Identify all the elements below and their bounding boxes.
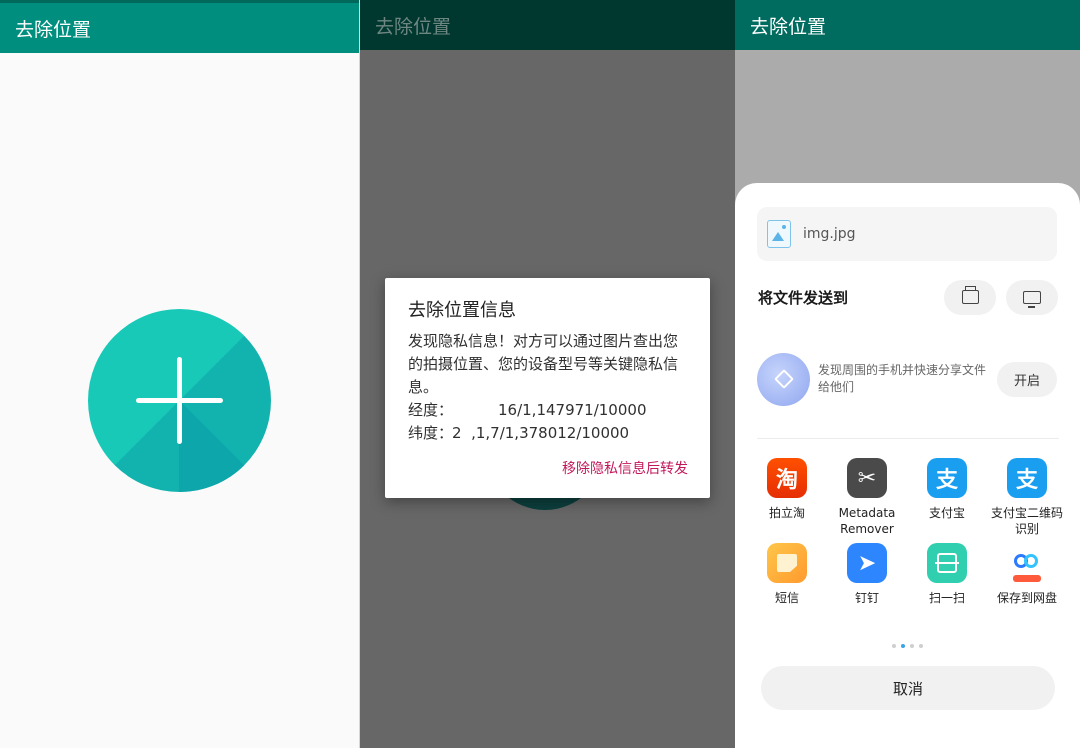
share-app-alipay[interactable]: 支 支付宝 <box>907 458 987 537</box>
scissors-icon: ✂ <box>847 458 887 498</box>
app-label: 拍立淘 <box>768 506 805 520</box>
share-app-sms[interactable]: 短信 <box>747 543 827 606</box>
share-screen: 去除位置 img.jpg 将文件发送到 发现周围的手机并快速分享文件给他们 开启… <box>735 0 1080 748</box>
dialog-message: 发现隐私信息！对方可以通过图片查出您的拍摄位置、您的设备型号等关键隐私信息。 <box>408 332 679 396</box>
page-dot <box>901 644 905 648</box>
alipay-icon: 支 <box>927 458 967 498</box>
add-image-button[interactable] <box>88 309 271 492</box>
page-indicator <box>892 644 928 648</box>
screen-cast-button[interactable] <box>1006 279 1058 315</box>
app-bar: 去除位置 <box>0 0 359 53</box>
printer-icon <box>961 286 979 304</box>
app-bar-dimmed: 去除位置 <box>360 0 735 50</box>
share-app-pailitao[interactable]: 淘 拍立淘 <box>747 458 827 537</box>
app-label: 保存到网盘 <box>996 591 1057 605</box>
dingtalk-icon: ➤ <box>847 543 887 583</box>
app-label: 支付宝 <box>928 506 965 520</box>
cloud-drive-icon <box>1007 543 1047 583</box>
send-to-row: 将文件发送到 <box>758 279 1058 315</box>
share-sheet: img.jpg 将文件发送到 发现周围的手机并快速分享文件给他们 开启 淘 拍立… <box>735 183 1080 748</box>
dialog-title: 去除位置信息 <box>408 300 516 321</box>
latitude-row: 纬度：2 ,1,7/1,378012/10000 <box>408 422 688 445</box>
cancel-button[interactable]: 取消 <box>761 666 1055 710</box>
longitude-label: 经度： <box>408 401 454 419</box>
longitude-value: 16/1,147971/10000 <box>498 401 647 419</box>
nearby-share-row: 发现周围的手机并快速分享文件给他们 开启 <box>757 351 1057 407</box>
enable-nearby-button[interactable]: 开启 <box>997 361 1057 397</box>
page-dot <box>919 644 923 648</box>
remove-and-forward-button[interactable]: 移除隐私信息后转发 <box>562 458 688 478</box>
page-dot <box>892 644 896 648</box>
app-bar-share: 去除位置 <box>735 0 1080 50</box>
send-to-title: 将文件发送到 <box>758 288 849 307</box>
monitor-icon <box>1023 290 1041 308</box>
share-app-scan[interactable]: 扫一扫 <box>907 543 987 606</box>
app-label: 钉钉 <box>854 591 879 605</box>
privacy-dialog: 去除位置信息 发现隐私信息！对方可以通过图片查出您的拍摄位置、您的设备型号等关键… <box>385 278 710 498</box>
fab-shadow <box>179 400 271 492</box>
page-title: 去除位置 <box>15 18 92 41</box>
page-title: 去除位置 <box>375 15 452 38</box>
share-app-metadata-remover[interactable]: ✂ Metadata Remover <box>827 458 907 537</box>
taobao-icon: 淘 <box>767 458 807 498</box>
share-app-alipay-qr[interactable]: 支 支付宝二维码识别 <box>987 458 1067 537</box>
file-card: img.jpg <box>757 207 1057 261</box>
section-divider <box>757 438 1059 439</box>
app-label: 支付宝二维码识别 <box>990 506 1063 536</box>
latitude-value: 2 ,1,7/1,378012/10000 <box>452 424 630 442</box>
image-file-icon <box>767 220 791 248</box>
page-title: 去除位置 <box>750 15 827 38</box>
scan-icon <box>927 543 967 583</box>
plus-icon-vertical <box>177 357 182 444</box>
app-label: Metadata Remover <box>838 506 896 536</box>
nearby-share-text: 发现周围的手机并快速分享文件给他们 <box>818 363 987 394</box>
share-app-cloud-drive[interactable]: 保存到网盘 <box>987 543 1067 606</box>
app-label: 扫一扫 <box>928 591 965 605</box>
nearby-share-icon <box>757 352 810 406</box>
page-dot <box>910 644 914 648</box>
file-name: img.jpg <box>803 226 856 242</box>
sms-icon <box>767 543 807 583</box>
share-app-dingtalk[interactable]: ➤ 钉钉 <box>827 543 907 606</box>
app-label: 短信 <box>774 591 799 605</box>
main-screen: 去除位置 <box>0 0 359 748</box>
share-app-grid: 淘 拍立淘 ✂ Metadata Remover 支 支付宝 支 支付宝二维码识… <box>747 458 1079 606</box>
latitude-label: 纬度： <box>408 424 454 442</box>
alipay-qr-icon: 支 <box>1007 458 1047 498</box>
longitude-row: 经度： 16/1,147971/10000 <box>408 399 688 422</box>
print-button[interactable] <box>944 279 996 315</box>
